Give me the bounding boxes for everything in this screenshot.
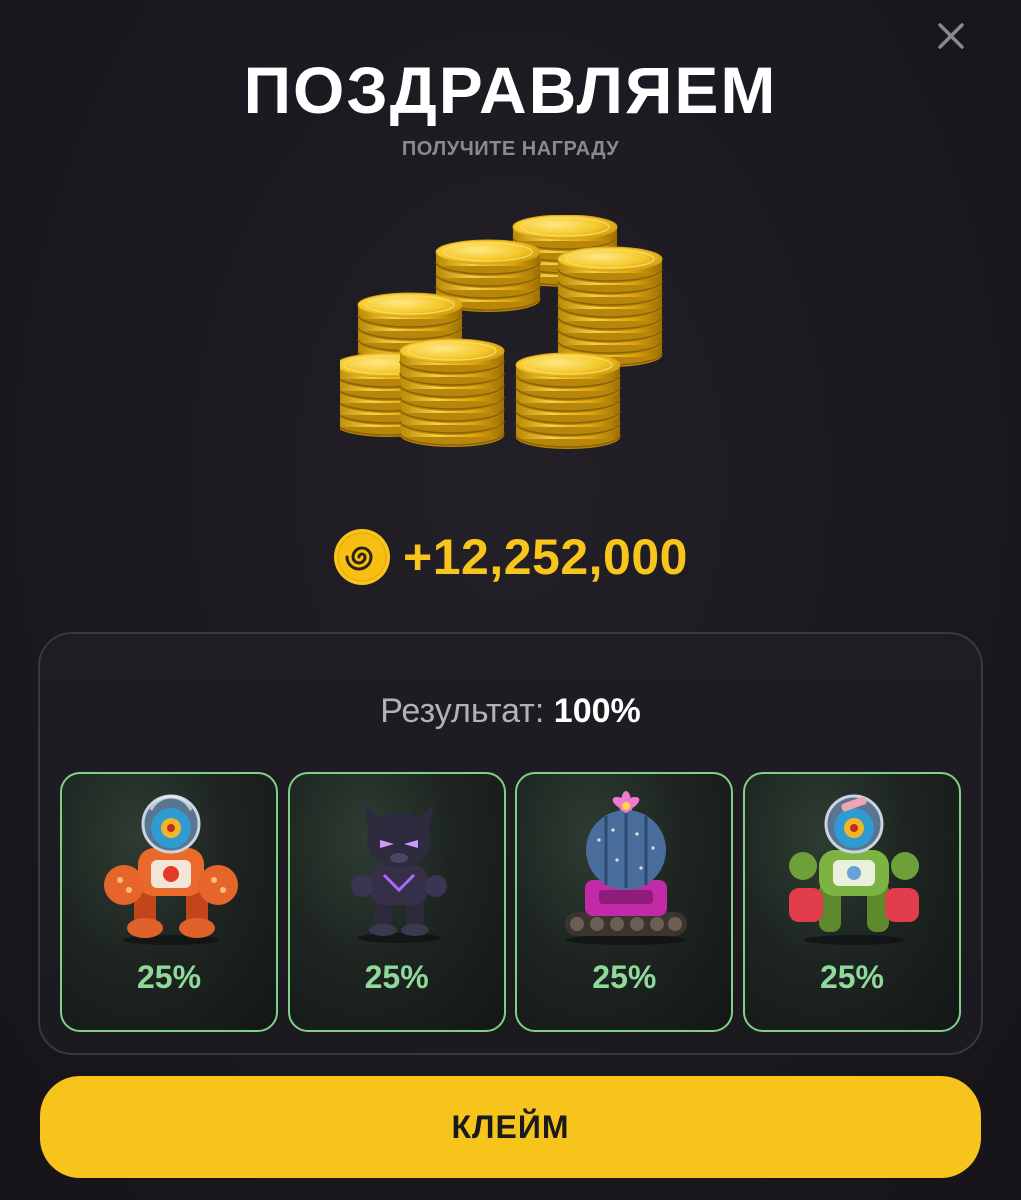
- reward-amount-row: +12,252,000: [0, 528, 1021, 586]
- result-value: 100%: [553, 692, 641, 730]
- card-percent: 25%: [364, 959, 429, 995]
- reward-modal: ПОЗДРАВЛЯЕМ ПОЛУЧИТЕ НАГРАДУ +12,252,000: [0, 0, 1021, 1200]
- close-icon: [938, 23, 964, 49]
- result-panel: Результат: 100% 25% 25% 25% 25%: [38, 632, 983, 1055]
- character-card-panther[interactable]: 25%: [287, 772, 506, 1032]
- character-card-green-robot[interactable]: 25%: [742, 772, 961, 1032]
- orange-astronaut-robot-image: [104, 794, 238, 945]
- claim-button[interactable]: КЛЕЙМ: [40, 1076, 981, 1178]
- gold-coins-image: [340, 215, 663, 449]
- cactus-tank-image: [565, 791, 688, 945]
- spiral-token-icon: [334, 529, 391, 585]
- card-percent: 25%: [819, 959, 884, 995]
- card-percent: 25%: [592, 959, 657, 995]
- page-title: ПОЗДРАВЛЯЕМ: [243, 53, 778, 127]
- character-cards: 25% 25% 25% 25%: [60, 772, 961, 1032]
- character-card-cactus[interactable]: 25%: [515, 772, 734, 1032]
- purple-panther-robot-image: [350, 804, 447, 943]
- result-line: Результат: 100%: [40, 692, 981, 731]
- close-button[interactable]: [933, 18, 969, 54]
- page-subtitle: ПОЛУЧИТЕ НАГРАДУ: [401, 138, 620, 160]
- reward-amount: +12,252,000: [403, 529, 688, 585]
- result-label: Результат:: [380, 692, 545, 730]
- character-card-orange-robot[interactable]: 25%: [60, 772, 278, 1032]
- card-percent: 25%: [136, 959, 202, 995]
- green-astronaut-robot-image: [788, 794, 919, 945]
